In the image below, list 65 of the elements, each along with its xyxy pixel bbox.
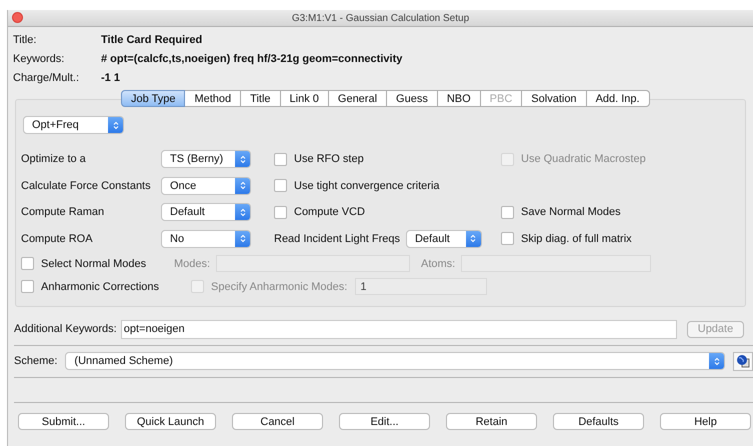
checkbox[interactable] [501,206,514,219]
job-type-dropdown[interactable]: Opt+Freq [23,116,124,134]
tab[interactable]: Add. Inp. [586,90,650,107]
stepper-icon [235,204,250,220]
stepper-icon [709,353,724,369]
option-label: Calculate Force Constants [21,180,152,192]
tab[interactable]: General [328,90,388,107]
checkbox[interactable] [274,206,287,219]
field-value: # opt=(calcfc,ts,noeigen) freq hf/3-21g geom=connectivity [101,52,402,64]
checkbox[interactable] [274,179,287,192]
checkbox[interactable] [501,232,514,246]
input-field[interactable]: opt=noeigen [120,320,677,338]
option-label: Compute Raman [21,206,106,218]
field-label: Modes: [174,258,210,270]
field-value: -1 1 [101,72,120,84]
dialog-button[interactable]: Help [660,413,751,430]
dialog-button[interactable]: Retain [446,413,537,430]
checkbox-label: Anharmonic Corrections [41,280,159,292]
option-label: Read Incident Light Freqs [274,232,400,245]
option-dropdown[interactable]: TS (Berny) [161,150,251,168]
field-label: Keywords: [13,52,66,64]
checkbox[interactable] [21,280,34,293]
checkbox[interactable] [21,257,34,270]
option-label: Optimize to a [21,153,87,166]
field-label: Scheme: [14,355,58,367]
field-value: Title Card Required [101,34,202,46]
globe-icon[interactable] [733,352,753,370]
window-title: G3:M1:V1 - Gaussian Calculation Setup [292,12,470,24]
field-label: Atoms: [421,258,456,270]
tab[interactable]: Solvation [522,90,587,107]
checkbox-label: Use tight convergence criteria [294,180,440,192]
option-dropdown[interactable]: Default [406,230,482,248]
tab[interactable]: Guess [387,90,438,107]
dialog-button[interactable]: Edit... [339,413,430,430]
dialog-button[interactable]: Quick Launch [125,413,216,430]
option-dropdown[interactable]: Once [161,176,251,195]
tab[interactable]: Method [185,90,242,107]
stepper-icon [108,117,123,133]
field-label: Charge/Mult.: [13,72,80,84]
stepper-icon [235,178,250,194]
stepper-icon [235,230,250,247]
field-label: Title: [13,34,38,46]
stepper-icon [466,230,481,247]
checkbox-label: Compute VCD [294,206,365,218]
checkbox-label: Skip diag. of full matrix [521,232,632,245]
dialog-button[interactable]: Defaults [553,413,644,430]
scheme-dropdown[interactable]: (Unnamed Scheme) [65,352,725,370]
option-dropdown[interactable]: No [161,230,251,248]
checkbox[interactable] [274,152,287,166]
option-dropdown[interactable]: Default [161,203,251,222]
dialog-button[interactable]: Submit... [18,413,109,430]
field-label: Additional Keywords: [14,323,117,335]
checkbox-label: Select Normal Modes [41,258,146,270]
tab[interactable]: Link 0 [280,90,329,107]
tab[interactable]: NBO [438,90,481,107]
stepper-icon [235,151,250,168]
option-label: Compute ROA [21,232,94,245]
tab[interactable]: Job Type [121,90,186,107]
close-icon[interactable] [12,12,23,23]
checkbox-label: Use RFO step [294,153,364,166]
checkbox-label: Specify Anharmonic Modes: [211,280,348,292]
checkbox-label: Save Normal Modes [521,206,621,218]
tab[interactable]: Title [241,90,281,107]
dialog-button[interactable]: Cancel [232,413,323,430]
checkbox-label: Use Quadratic Macrostep [521,153,646,166]
